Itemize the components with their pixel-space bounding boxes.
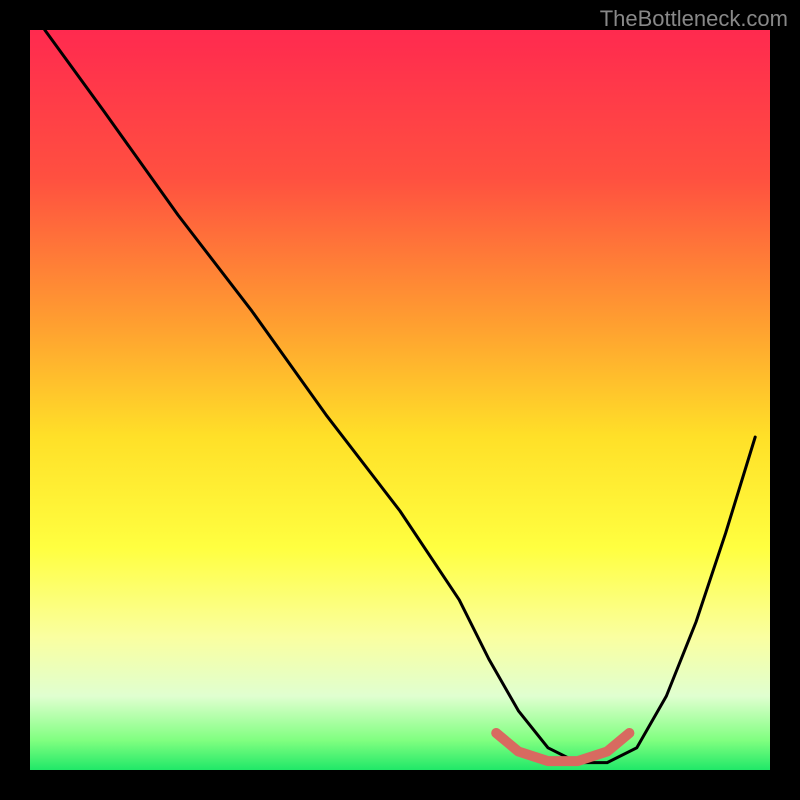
plot-area bbox=[30, 30, 770, 770]
chart-svg bbox=[30, 30, 770, 770]
chart-container: TheBottleneck.com bbox=[0, 0, 800, 800]
gradient-background bbox=[30, 30, 770, 770]
watermark-text: TheBottleneck.com bbox=[600, 6, 788, 32]
